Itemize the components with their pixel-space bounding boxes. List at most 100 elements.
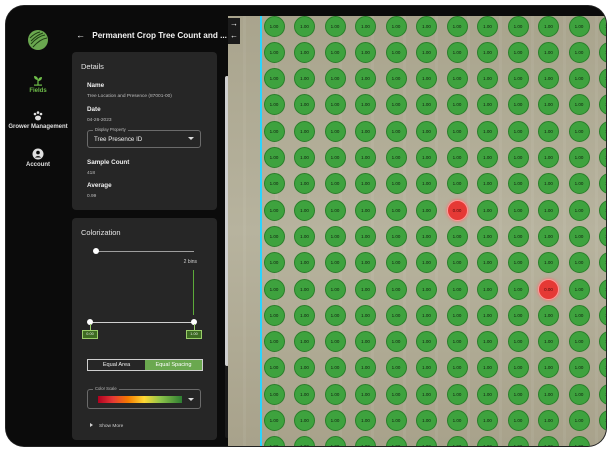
tree-marker[interactable]: 1.00 bbox=[355, 252, 376, 274]
tree-marker[interactable]: 1.00 bbox=[294, 68, 315, 90]
range-slider-track[interactable] bbox=[90, 322, 194, 323]
tree-marker[interactable]: 1.00 bbox=[355, 357, 376, 379]
tree-marker[interactable]: 1.00 bbox=[416, 94, 437, 116]
tree-marker[interactable]: 1.00 bbox=[416, 147, 437, 168]
tree-marker[interactable]: 1.00 bbox=[324, 225, 346, 247]
tree-marker[interactable]: 1.00 bbox=[446, 383, 468, 405]
tree-marker[interactable]: 1.00 bbox=[385, 225, 407, 247]
tree-marker[interactable]: 1.00 bbox=[538, 383, 559, 405]
tree-marker[interactable]: 1.00 bbox=[294, 94, 315, 116]
tree-marker[interactable]: 1.00 bbox=[507, 331, 529, 353]
bins-slider-track[interactable] bbox=[94, 251, 194, 252]
tree-marker[interactable]: 1.00 bbox=[294, 410, 315, 431]
tree-marker[interactable]: 1.00 bbox=[294, 199, 315, 221]
tree-marker[interactable]: 1.00 bbox=[446, 252, 468, 274]
tree-marker[interactable]: 1.00 bbox=[507, 252, 529, 274]
tree-marker[interactable]: 1.00 bbox=[477, 147, 498, 168]
color-scale-select[interactable]: Color Scale bbox=[87, 386, 201, 409]
tree-marker[interactable]: 1.00 bbox=[446, 331, 468, 353]
tree-marker[interactable]: 1.00 bbox=[416, 331, 437, 353]
tree-marker[interactable]: 1.00 bbox=[263, 225, 285, 247]
tree-marker[interactable]: 1.00 bbox=[263, 16, 285, 37]
tree-marker[interactable]: 1.00 bbox=[446, 41, 468, 63]
tree-marker[interactable]: 1.00 bbox=[507, 225, 529, 247]
tree-marker[interactable]: 1.00 bbox=[599, 173, 606, 195]
tree-marker[interactable]: 1.00 bbox=[263, 383, 285, 405]
tree-marker[interactable]: 1.00 bbox=[568, 120, 590, 142]
tree-marker[interactable]: 1.00 bbox=[477, 120, 498, 142]
tree-marker[interactable]: 1.00 bbox=[568, 199, 590, 221]
tree-marker[interactable]: 1.00 bbox=[294, 436, 315, 446]
tree-marker[interactable]: 1.00 bbox=[294, 357, 315, 379]
tree-marker[interactable]: 1.00 bbox=[477, 94, 498, 116]
tree-marker[interactable]: 1.00 bbox=[477, 278, 498, 300]
tree-marker[interactable]: 1.00 bbox=[538, 410, 559, 431]
tree-marker[interactable]: 1.00 bbox=[446, 173, 468, 195]
tree-marker[interactable]: 1.00 bbox=[507, 94, 529, 116]
tree-marker[interactable]: 1.00 bbox=[355, 94, 376, 116]
tree-marker[interactable]: 1.00 bbox=[538, 331, 559, 353]
tree-marker[interactable]: 1.00 bbox=[294, 278, 315, 300]
max-value-chip[interactable]: 1.00 bbox=[186, 330, 202, 339]
tree-marker[interactable]: 1.00 bbox=[599, 383, 606, 405]
tree-marker[interactable]: 1.00 bbox=[263, 252, 285, 274]
tree-marker[interactable]: 1.00 bbox=[477, 225, 498, 247]
tree-marker[interactable]: 1.00 bbox=[507, 147, 529, 168]
tree-marker[interactable]: 1.00 bbox=[324, 252, 346, 274]
tree-marker[interactable]: 1.00 bbox=[507, 383, 529, 405]
tree-marker[interactable]: 1.00 bbox=[568, 252, 590, 274]
tree-marker[interactable]: 1.00 bbox=[477, 173, 498, 195]
tree-marker[interactable]: 1.00 bbox=[385, 94, 407, 116]
tree-marker[interactable]: 1.00 bbox=[477, 16, 498, 37]
tree-marker[interactable]: 1.00 bbox=[324, 436, 346, 446]
tree-marker[interactable]: 1.00 bbox=[416, 41, 437, 63]
tree-marker[interactable]: 1.00 bbox=[568, 94, 590, 116]
tree-marker[interactable]: 1.00 bbox=[568, 436, 590, 446]
nav-item-grower-management[interactable]: Grower Management bbox=[6, 110, 70, 131]
tree-marker[interactable]: 1.00 bbox=[477, 410, 498, 431]
tree-marker[interactable]: 1.00 bbox=[355, 120, 376, 142]
tree-marker[interactable]: 1.00 bbox=[507, 436, 529, 446]
tree-marker[interactable]: 1.00 bbox=[538, 173, 559, 195]
tree-marker[interactable]: 1.00 bbox=[599, 120, 606, 142]
tree-marker[interactable]: 1.00 bbox=[324, 278, 346, 300]
tree-marker[interactable]: 1.00 bbox=[263, 410, 285, 431]
tree-marker[interactable]: 1.00 bbox=[294, 304, 315, 326]
tree-marker[interactable]: 1.00 bbox=[507, 120, 529, 142]
tree-marker[interactable]: 1.00 bbox=[385, 199, 407, 221]
tree-marker[interactable]: 1.00 bbox=[294, 252, 315, 274]
tree-marker[interactable]: 1.00 bbox=[477, 436, 498, 446]
tree-marker[interactable]: 1.00 bbox=[507, 304, 529, 326]
tree-marker[interactable]: 1.00 bbox=[568, 41, 590, 63]
tree-marker[interactable]: 1.00 bbox=[385, 410, 407, 431]
tree-marker[interactable]: 1.00 bbox=[385, 331, 407, 353]
tree-marker[interactable]: 1.00 bbox=[355, 436, 376, 446]
tree-marker[interactable]: 1.00 bbox=[416, 199, 437, 221]
tree-marker[interactable]: 1.00 bbox=[385, 173, 407, 195]
tree-marker[interactable]: 1.00 bbox=[324, 304, 346, 326]
tree-marker[interactable]: 1.00 bbox=[477, 68, 498, 90]
tree-marker[interactable]: 1.00 bbox=[324, 410, 346, 431]
tree-marker[interactable]: 1.00 bbox=[324, 120, 346, 142]
min-value-chip[interactable]: 0.00 bbox=[82, 330, 98, 339]
tree-marker[interactable]: 1.00 bbox=[568, 225, 590, 247]
tree-marker[interactable]: 1.00 bbox=[385, 16, 407, 37]
display-property-select[interactable]: Display Property Tree Presence ID bbox=[87, 127, 201, 148]
tree-marker[interactable]: 1.00 bbox=[355, 304, 376, 326]
tree-marker[interactable]: 1.00 bbox=[324, 357, 346, 379]
tree-marker[interactable]: 1.00 bbox=[324, 41, 346, 63]
tree-marker[interactable]: 1.00 bbox=[355, 199, 376, 221]
tree-marker[interactable]: 1.00 bbox=[324, 383, 346, 405]
tree-marker[interactable]: 1.00 bbox=[568, 68, 590, 90]
tree-marker[interactable]: 1.00 bbox=[599, 436, 606, 446]
tree-marker[interactable]: 1.00 bbox=[385, 147, 407, 168]
tree-marker[interactable]: 1.00 bbox=[355, 147, 376, 168]
tree-marker[interactable]: 1.00 bbox=[538, 147, 559, 168]
tree-marker[interactable]: 1.00 bbox=[416, 278, 437, 300]
tree-marker[interactable]: 1.00 bbox=[446, 436, 468, 446]
tree-marker[interactable]: 1.00 bbox=[294, 16, 315, 37]
tree-marker[interactable]: 1.00 bbox=[446, 68, 468, 90]
tree-marker[interactable]: 1.00 bbox=[538, 225, 559, 247]
tree-marker[interactable]: 1.00 bbox=[416, 357, 437, 379]
tree-marker[interactable]: 1.00 bbox=[538, 252, 559, 274]
